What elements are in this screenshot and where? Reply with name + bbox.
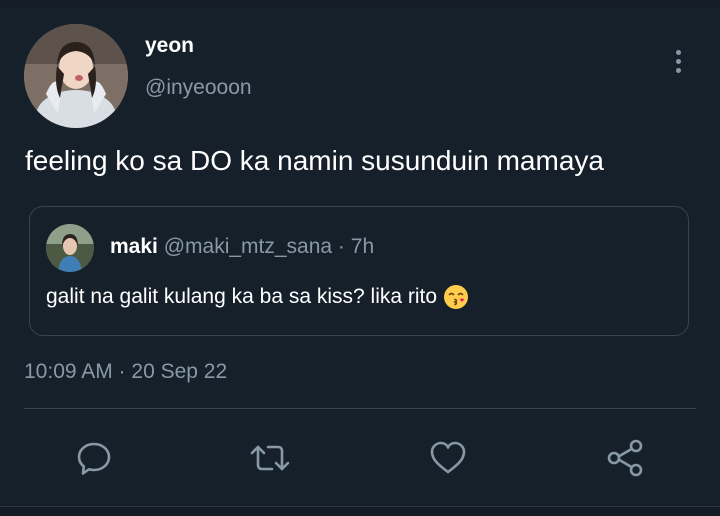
share-button[interactable]	[604, 436, 648, 480]
quoted-meta: @maki_mtz_sana · 7h	[163, 235, 375, 258]
reply-button[interactable]	[72, 436, 116, 480]
bottom-edge	[0, 506, 720, 516]
author-name[interactable]: yeon	[145, 34, 194, 58]
retweet-icon	[250, 445, 290, 471]
more-dot	[675, 49, 681, 55]
action-bar	[0, 432, 720, 482]
quoted-author-name[interactable]: maki	[110, 235, 158, 258]
divider	[24, 408, 696, 409]
reply-icon	[77, 442, 111, 475]
quoted-header: maki @maki_mtz_sana · 7h	[110, 235, 374, 259]
like-button[interactable]	[426, 436, 470, 480]
quoted-tweet-card[interactable]: maki @maki_mtz_sana · 7h galit na galit …	[29, 206, 689, 336]
more-options-icon[interactable]	[664, 44, 692, 78]
author-avatar[interactable]	[24, 24, 128, 128]
quoted-text-row: galit na galit kulang ka ba sa kiss? lik…	[46, 284, 469, 310]
kissing-face-emoji-icon	[443, 284, 469, 310]
author-handle[interactable]: @inyeooon	[145, 76, 252, 100]
top-edge	[0, 0, 720, 7]
more-dot	[675, 58, 681, 64]
share-icon	[607, 439, 643, 477]
quoted-text: galit na galit kulang ka ba sa kiss? lik…	[46, 285, 438, 308]
like-icon	[430, 441, 466, 474]
tweet-detail: yeon @inyeooon feeling ko sa DO ka namin…	[0, 0, 720, 516]
tweet-timestamp[interactable]: 10:09 AM · 20 Sep 22	[24, 360, 227, 384]
quoted-author-avatar[interactable]	[46, 224, 94, 272]
retweet-button[interactable]	[248, 436, 292, 480]
more-dot	[675, 67, 681, 73]
tweet-text: feeling ko sa DO ka namin susunduin mama…	[25, 145, 604, 176]
